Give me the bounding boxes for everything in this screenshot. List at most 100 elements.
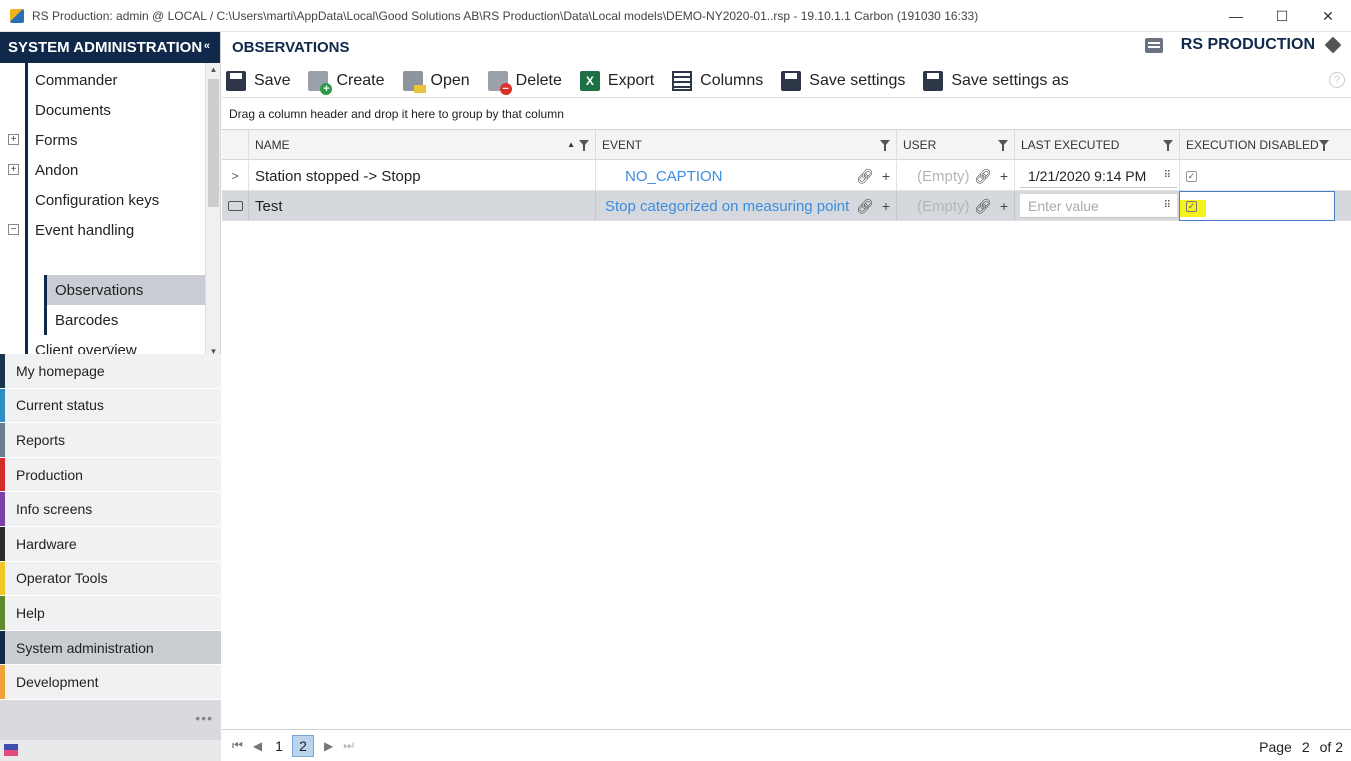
add-icon[interactable]: + xyxy=(882,168,890,185)
add-icon[interactable]: + xyxy=(1000,198,1008,215)
previous-page-icon[interactable]: ◀ xyxy=(253,739,262,753)
more-options-icon[interactable]: ••• xyxy=(195,710,213,726)
collapse-sidebar-icon[interactable]: « xyxy=(204,40,210,52)
first-page-icon[interactable]: ⏮ xyxy=(232,738,243,753)
nav-item-hardware[interactable]: Hardware xyxy=(0,526,221,562)
nav-item-my-homepage[interactable]: My homepage xyxy=(0,354,221,389)
table-row[interactable]: > Station stopped -> Stopp NO_CAPTION 🔗︎… xyxy=(222,161,1351,191)
date-input[interactable]: Enter value ⠿ xyxy=(1020,194,1177,218)
collapse-icon[interactable]: − xyxy=(8,224,19,235)
cell-name[interactable]: Test xyxy=(248,191,595,221)
columns-button[interactable]: Columns xyxy=(668,64,763,97)
panel-splitter[interactable]: .... xyxy=(0,340,221,352)
tree-item-observations[interactable]: Observations xyxy=(55,275,143,305)
expand-icon[interactable]: + xyxy=(8,164,19,175)
filter-icon[interactable] xyxy=(998,140,1008,151)
add-icon[interactable]: + xyxy=(1000,168,1008,185)
expand-icon[interactable]: + xyxy=(8,134,19,145)
link-icon[interactable]: 🔗︎ xyxy=(856,168,874,185)
filter-icon[interactable] xyxy=(1163,140,1173,151)
chat-icon[interactable] xyxy=(1144,37,1163,53)
nav-item-info-screens[interactable]: Info screens xyxy=(0,492,221,527)
app-logo-icon xyxy=(10,8,24,23)
column-header-user[interactable]: USER xyxy=(896,130,1014,160)
save-settings-button[interactable]: Save settings xyxy=(777,64,905,97)
close-button[interactable]: ✕ xyxy=(1305,0,1351,32)
cell-last-executed[interactable]: 1/21/2020 9:14 PM ⠿ xyxy=(1014,161,1179,191)
cell-event[interactable]: NO_CAPTION 🔗︎ + xyxy=(595,161,896,191)
sidebar-footer xyxy=(0,740,221,761)
date-picker-icon[interactable]: ⠿ xyxy=(1164,200,1171,211)
execution-disabled-checkbox[interactable]: ✓ xyxy=(1186,200,1197,212)
create-button[interactable]: Create xyxy=(304,64,385,97)
filter-icon[interactable] xyxy=(1319,140,1329,151)
link-icon[interactable]: 🔗︎ xyxy=(974,198,992,215)
cell-value: (Empty) xyxy=(917,167,970,185)
execution-disabled-checkbox[interactable]: ✓ xyxy=(1186,170,1197,182)
cube-icon[interactable] xyxy=(1324,36,1342,54)
tree-item-barcodes[interactable]: Barcodes xyxy=(55,305,118,335)
date-picker-icon[interactable]: ⠿ xyxy=(1164,170,1171,181)
export-button[interactable]: X Export xyxy=(576,64,654,97)
page-1-button[interactable]: 1 xyxy=(268,735,290,757)
event-link[interactable]: NO_CAPTION xyxy=(625,168,723,185)
tree-item-commander[interactable]: Commander xyxy=(35,65,118,95)
nav-item-development[interactable]: Development xyxy=(0,665,221,700)
page-2-button[interactable]: 2 xyxy=(292,734,315,757)
cell-execution-disabled[interactable]: ✓ xyxy=(1179,161,1335,191)
filter-icon[interactable] xyxy=(880,140,890,151)
link-icon[interactable]: 🔗︎ xyxy=(974,168,992,185)
column-header-event[interactable]: EVENT xyxy=(595,130,896,160)
column-header-execution-disabled[interactable]: EXECUTION DISABLED xyxy=(1179,130,1335,160)
tree-item-configuration-keys[interactable]: Configuration keys xyxy=(35,185,159,215)
cell-event[interactable]: Stop categorized on measuring point 🔗︎ + xyxy=(595,191,896,221)
link-icon[interactable]: 🔗︎ xyxy=(856,198,874,215)
tree-item-forms[interactable]: + Forms xyxy=(8,125,78,155)
date-field[interactable]: 1/21/2020 9:14 PM ⠿ xyxy=(1020,164,1177,188)
cell-last-executed[interactable]: Enter value ⠿ xyxy=(1014,191,1179,221)
cell-execution-disabled[interactable]: ✓ xyxy=(1179,191,1335,221)
open-button[interactable]: Open xyxy=(399,64,470,97)
save-settings-as-button[interactable]: Save settings as xyxy=(919,64,1069,97)
event-link[interactable]: Stop categorized on measuring point xyxy=(605,198,849,215)
cell-user[interactable]: (Empty) 🔗︎ + xyxy=(896,161,1014,191)
row-expand-icon[interactable]: > xyxy=(222,161,248,191)
filter-icon[interactable] xyxy=(579,140,589,151)
nav-item-operator-tools[interactable]: Operator Tools xyxy=(0,561,221,597)
nav-item-system-administration[interactable]: System administration xyxy=(0,630,221,666)
nav-item-production[interactable]: Production xyxy=(0,457,221,493)
delete-button[interactable]: Delete xyxy=(484,64,562,97)
group-by-panel[interactable]: Drag a column header and drop it here to… xyxy=(222,97,1351,130)
cell-user[interactable]: (Empty) 🔗︎ + xyxy=(896,191,1014,221)
tree-item-event-handling[interactable]: − Event handling xyxy=(8,215,134,245)
column-header-name[interactable]: NAME ▲ xyxy=(248,130,595,160)
save-button[interactable]: Save xyxy=(222,64,290,97)
tree-item-andon[interactable]: + Andon xyxy=(8,155,78,185)
tree-item-documents[interactable]: Documents xyxy=(35,95,111,125)
nav-item-reports[interactable]: Reports xyxy=(0,423,221,458)
nav-item-label: System administration xyxy=(16,639,154,656)
sort-ascending-icon[interactable]: ▲ xyxy=(567,140,575,149)
column-header-last-executed[interactable]: LAST EXECUTED xyxy=(1014,130,1179,160)
next-page-icon[interactable]: ▶ xyxy=(324,739,333,753)
last-page-icon[interactable]: ⏭ xyxy=(343,738,354,753)
nav-color-stripe xyxy=(0,354,5,388)
language-flag-icon[interactable] xyxy=(4,744,18,756)
tree-vertical-scrollbar[interactable]: ▲ ▼ xyxy=(205,63,220,359)
minimize-button[interactable]: — xyxy=(1213,0,1259,32)
cell-actions: 🔗︎ + xyxy=(856,198,890,215)
page-value-input[interactable]: 2 xyxy=(1302,739,1310,755)
save-settings-label: Save settings xyxy=(809,71,906,89)
nav-color-stripe xyxy=(0,561,5,596)
nav-item-current-status[interactable]: Current status xyxy=(0,388,221,424)
maximize-button[interactable]: ☐ xyxy=(1259,0,1305,32)
scroll-thumb[interactable] xyxy=(208,79,219,207)
nav-item-help[interactable]: Help xyxy=(0,596,221,631)
scroll-up-icon[interactable]: ▲ xyxy=(206,63,221,77)
help-icon[interactable]: ? xyxy=(1329,72,1345,88)
table-row[interactable]: Test Stop categorized on measuring point… xyxy=(222,191,1351,221)
cell-name[interactable]: Station stopped -> Stopp xyxy=(248,161,595,191)
save-settings-as-label: Save settings as xyxy=(951,71,1069,89)
add-icon[interactable]: + xyxy=(882,198,890,215)
pager: ⏮ ◀ 1 2 ▶ ⏭ Page 2 of 2 xyxy=(222,729,1351,761)
